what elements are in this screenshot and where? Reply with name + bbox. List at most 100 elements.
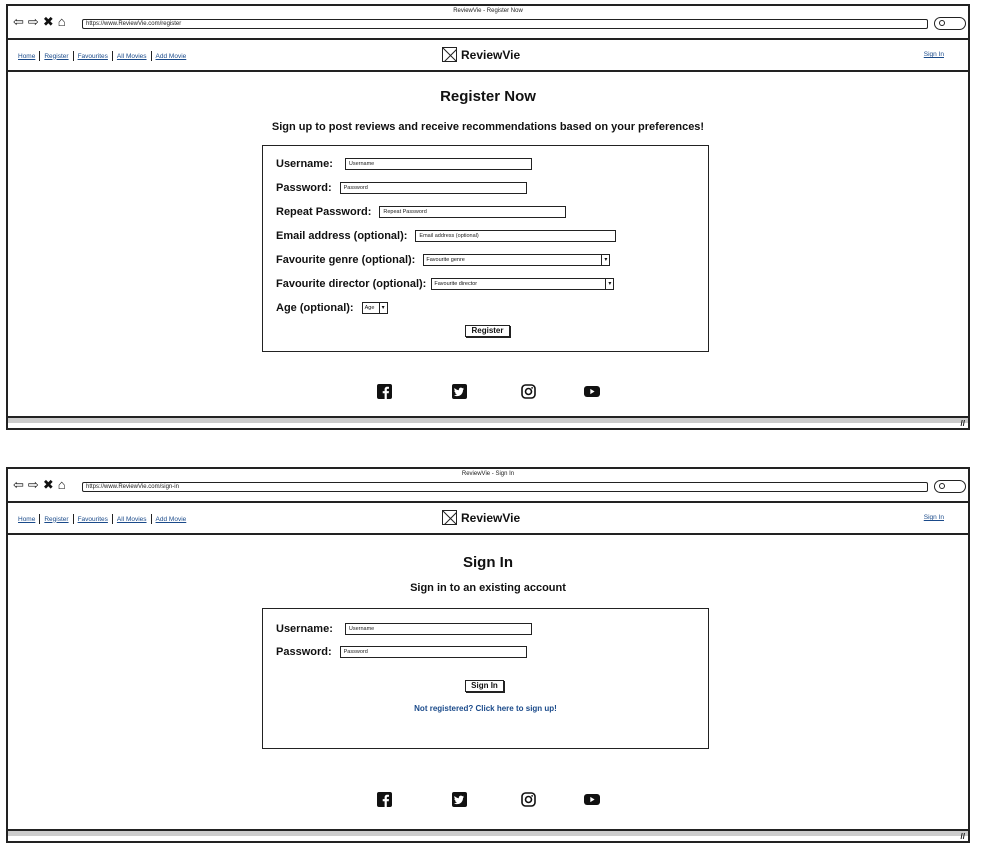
director-row: Favourite director (optional): Favourite… (276, 278, 615, 290)
status-bar: // (8, 829, 968, 841)
site-navbar: Home Register Favourites All Movies Add … (8, 40, 968, 72)
status-bar: // (8, 416, 968, 428)
nav-register-link[interactable]: Register (44, 53, 68, 60)
browser-chrome: ReviewVie - Register Now ⇦ ⇨ ✖ ⌂ https:/… (8, 6, 968, 40)
nav-home-link[interactable]: Home (18, 53, 35, 60)
nav-divider (111, 51, 113, 61)
home-icon[interactable]: ⌂ (58, 478, 66, 492)
email-row: Email address (optional): Email address … (276, 230, 617, 242)
search-icon (939, 483, 945, 489)
youtube-icon[interactable] (584, 385, 600, 398)
forward-icon[interactable]: ⇨ (28, 15, 39, 29)
facebook-icon[interactable] (377, 792, 392, 807)
nav-add-movie-link[interactable]: Add Movie (156, 516, 187, 523)
twitter-icon[interactable] (452, 792, 467, 807)
nav-divider (72, 51, 74, 61)
nav-divider (72, 514, 74, 524)
forward-icon[interactable]: ⇨ (28, 478, 39, 492)
signin-browser-window: ReviewVie - Sign In ⇦ ⇨ ✖ ⌂ https://www.… (6, 467, 970, 843)
page-subtitle: Sign in to an existing account (410, 582, 566, 594)
brand[interactable]: ReviewVie (442, 510, 520, 525)
director-select[interactable]: Favourite director ▾ (431, 278, 615, 290)
password-input[interactable]: Password (339, 182, 527, 194)
nav-divider (150, 514, 152, 524)
password-label: Password: (276, 182, 332, 194)
brand-name: ReviewVie (461, 510, 521, 525)
username-row: Username: Username (276, 623, 532, 635)
browser-chrome: ReviewVie - Sign In ⇦ ⇨ ✖ ⌂ https://www.… (8, 469, 968, 503)
chevron-down-icon: ▾ (601, 255, 609, 265)
nav-links: Home Register Favourites All Movies Add … (18, 51, 186, 61)
logo-image-icon (442, 510, 457, 525)
brand-name: ReviewVie (461, 47, 521, 62)
chevron-down-icon: ▾ (378, 303, 387, 313)
browser-nav-buttons: ⇦ ⇨ ✖ ⌂ (13, 15, 66, 29)
browser-search-button[interactable] (934, 480, 966, 493)
genre-select[interactable]: Favourite genre ▾ (423, 254, 611, 266)
nav-add-movie-link[interactable]: Add Movie (156, 53, 187, 60)
username-row: Username: Username (276, 158, 532, 170)
nav-sign-in-link[interactable]: Sign In (924, 51, 944, 58)
nav-sign-in-link[interactable]: Sign In (924, 514, 944, 521)
resize-grip-icon[interactable]: // (961, 420, 965, 428)
logo-image-icon (442, 47, 457, 62)
nav-divider (39, 514, 41, 524)
repeat-password-input[interactable]: Repeat Password (379, 206, 567, 218)
window-title: ReviewVie - Register Now (453, 8, 523, 14)
signin-form: Username: Username Password: Password Si… (262, 608, 709, 749)
username-input[interactable]: Username (344, 623, 532, 635)
instagram-icon[interactable] (521, 384, 536, 399)
register-browser-window: ReviewVie - Register Now ⇦ ⇨ ✖ ⌂ https:/… (6, 4, 970, 430)
nav-all-movies-link[interactable]: All Movies (117, 516, 147, 523)
director-select-value: Favourite director (434, 281, 478, 287)
repeat-password-row: Repeat Password: Repeat Password (276, 206, 567, 218)
nav-favourites-link[interactable]: Favourites (78, 53, 108, 60)
brand[interactable]: ReviewVie (442, 47, 520, 62)
password-row: Password: Password (276, 182, 527, 194)
url-bar[interactable]: https://www.ReviewVie.com/register (82, 19, 928, 29)
nav-register-link[interactable]: Register (44, 516, 68, 523)
home-icon[interactable]: ⌂ (58, 15, 66, 29)
browser-search-button[interactable] (934, 17, 966, 30)
page-title: Register Now (440, 88, 536, 105)
status-bar-fill (8, 831, 968, 836)
resize-grip-icon[interactable]: // (961, 833, 965, 841)
nav-favourites-link[interactable]: Favourites (78, 516, 108, 523)
register-button[interactable]: Register (465, 325, 510, 337)
nav-all-movies-link[interactable]: All Movies (117, 53, 147, 60)
username-input[interactable]: Username (344, 158, 532, 170)
email-input[interactable]: Email address (optional) (415, 230, 617, 242)
genre-select-value: Favourite genre (426, 257, 465, 263)
twitter-icon[interactable] (452, 384, 467, 399)
username-label: Username: (276, 158, 333, 170)
chevron-down-icon: ▾ (605, 279, 613, 289)
instagram-icon[interactable] (521, 792, 536, 807)
sign-in-button[interactable]: Sign In (465, 680, 504, 692)
close-icon[interactable]: ✖ (43, 478, 54, 492)
password-row: Password: Password (276, 646, 527, 658)
repeat-password-label: Repeat Password: (276, 206, 372, 218)
nav-home-link[interactable]: Home (18, 516, 35, 523)
nav-divider (39, 51, 41, 61)
genre-label: Favourite genre (optional): (276, 254, 416, 266)
director-label: Favourite director (optional): (276, 278, 427, 290)
url-bar[interactable]: https://www.ReviewVie.com/sign-in (82, 482, 928, 492)
signup-link[interactable]: Not registered? Click here to sign up! (263, 704, 708, 713)
page-title: Sign In (463, 554, 513, 571)
genre-row: Favourite genre (optional): Favourite ge… (276, 254, 611, 266)
email-label: Email address (optional): (276, 230, 408, 242)
back-icon[interactable]: ⇦ (13, 478, 24, 492)
page-subtitle: Sign up to post reviews and receive reco… (271, 121, 705, 133)
age-select-value: Age (364, 305, 375, 311)
age-select[interactable]: Age ▾ (361, 302, 388, 314)
register-form: Username: Username Password: Password Re… (262, 145, 709, 352)
back-icon[interactable]: ⇦ (13, 15, 24, 29)
close-icon[interactable]: ✖ (43, 15, 54, 29)
facebook-icon[interactable] (377, 384, 392, 399)
status-bar-fill (8, 418, 968, 423)
nav-links: Home Register Favourites All Movies Add … (18, 514, 186, 524)
site-navbar: Home Register Favourites All Movies Add … (8, 503, 968, 535)
password-input[interactable]: Password (339, 646, 527, 658)
youtube-icon[interactable] (584, 793, 600, 806)
username-label: Username: (276, 623, 333, 635)
